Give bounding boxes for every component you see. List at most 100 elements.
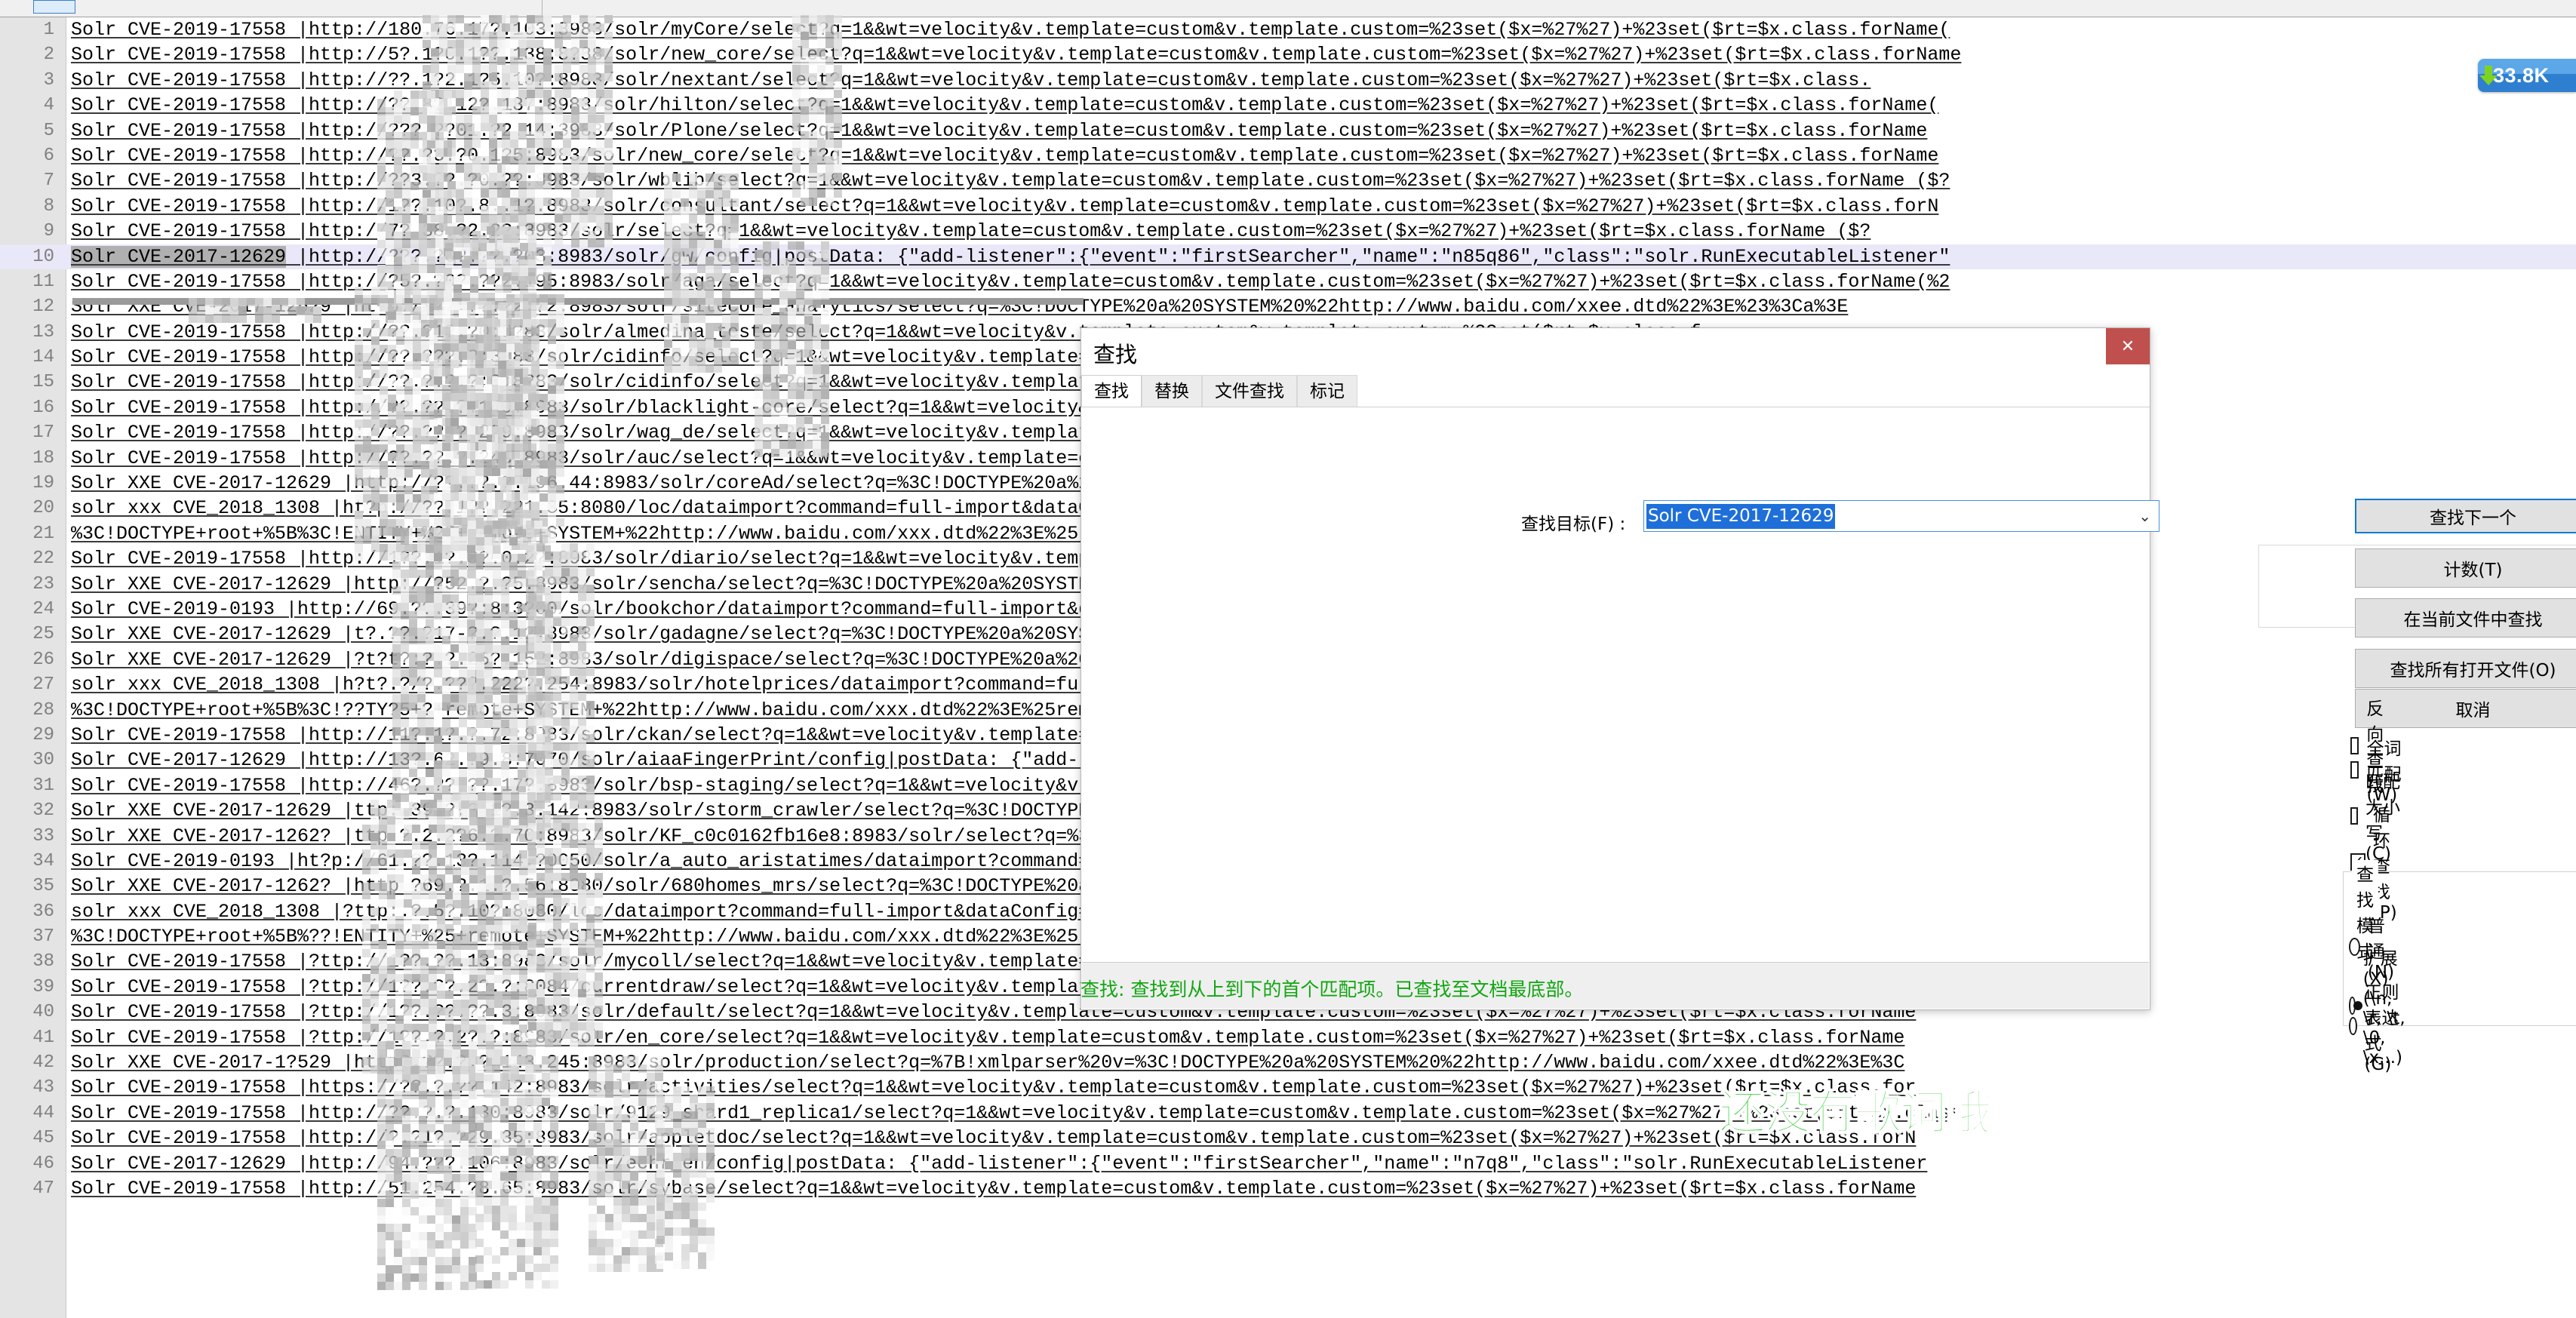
line-number: 27 [32,674,54,696]
download-speed-widget[interactable]: 33.8K [2478,59,2576,92]
line-text: Solr CVE-2019-17558 |http://?.?1?.?29.35… [71,1127,1917,1150]
line-number: 23 [32,573,54,594]
line-number: 17 [32,422,54,444]
editor-line[interactable]: 45 Solr CVE-2019-17558 |http://?.?1?.?29.… [0,1126,2576,1151]
dialog-status-bar: 查找: 查找到从上到下的首个匹配项。已查找至文档最底部。 [1081,962,2149,1009]
line-number: 12 [32,296,54,318]
editor-line[interactable]: 3 Solr CVE-2019-17558 |http://??.1?2.1?5.… [0,68,2576,93]
line-number: 13 [32,321,54,343]
dialog-status-text: 查找: 查找到从上到下的首个匹配项。已查找至文档最底部。 [1081,979,1584,1000]
line-number: 37 [32,926,54,948]
line-number: 36 [32,901,54,922]
line-text: Solr CVE-2019-17558 |?ttp://1??.?.2?.?:8… [71,1026,1905,1049]
count-button[interactable]: 计数(T) [2355,548,2576,588]
line-text: Solr CVE-2019-17558 |http://7?.38.?2.2?:… [71,220,1871,243]
line-number: 39 [32,976,54,997]
editor-line[interactable]: 1 Solr CVE-2019-17558 |http://180.76.17?.… [0,17,2576,42]
search-match-highlight: Solr CVE-2017-12629 [71,245,287,268]
line-text: %3C!DOCTYPE+root+%5B%3C!??TY?5+?+remote+… [71,699,1226,721]
line-text: %3C!DOCTYPE+root+%5B%3C!ENTITY+%25+remot… [71,522,1249,545]
lyric-overlay-text: 还没有歌词哦 [1718,1084,1993,1141]
editor-line[interactable]: 42 Solr XXE CVE-2017-1?529 |http?.??.?.?-… [0,1050,2576,1075]
tab-mark[interactable]: 标记 [1297,375,1357,407]
line-number: 28 [32,699,54,720]
line-text: Solr CVE-2019-17558 |https://??.?.??.142… [71,1077,1917,1099]
find-target-label: 查找目标(F) : [1521,515,1626,534]
line-text: Solr CVE-2019-17558 |http://???.??01.?2.… [71,119,1928,142]
resize-grip[interactable] [2128,956,2144,972]
dialog-tabs[interactable]: 查找 替换 文件查找 标记 [1081,375,2150,407]
editor-line[interactable]: 47 Solr CVE-2019-17558 |http://51.254.?8.… [0,1176,2576,1201]
find-next-button[interactable]: 查找下一个 [2355,499,2576,533]
download-speed-value: 33.8K [2493,63,2550,87]
line-number: 25 [32,624,54,645]
line-text: Solr CVE-2019-17558 |http://?5?.?0?.??2.… [71,270,1950,293]
line-number: 6 [43,145,54,166]
line-number: 10 [32,246,54,267]
line-number: 15 [32,372,54,393]
line-number: 46 [32,1153,54,1174]
line-number: 8 [43,195,54,217]
editor-line[interactable]: 11 Solr CVE-2019-17558 |http://?5?.?0?.??… [0,269,2576,294]
line-number: 29 [32,724,54,745]
editor-line[interactable]: 41 Solr CVE-2019-17558 |?ttp://1??.?.2?.?… [0,1025,2576,1050]
line-number: 22 [32,548,54,570]
line-number: 47 [32,1178,54,1199]
editor-line[interactable]: 4 Solr CVE-2019-17558 |http://??.8?.12?.1… [0,93,2576,118]
editor-line[interactable]: 44 Solr CVE-2019-17558 |http://??.?.?.130… [0,1101,2576,1126]
toolbar-separator [542,0,543,15]
line-number: 21 [32,523,54,544]
editor-line[interactable]: 9 Solr CVE-2019-17558 |http://7?.38.?2.2?… [0,219,2576,244]
find-all-open-files-button[interactable]: 查找所有打开文件(O) [2355,649,2576,688]
line-number: 42 [32,1052,54,1074]
line-text: Solr XXE CVE-2017-1?529 |http?.??.?.?-14… [71,1052,1905,1074]
find-in-current-file-button[interactable]: 在当前文件中查找 [2355,598,2576,637]
line-number: 4 [43,95,54,116]
close-icon[interactable]: ✕ [2106,328,2150,364]
toolbar [0,0,2576,17]
line-number: 9 [43,221,54,242]
line-number: 5 [43,120,54,141]
editor-line[interactable]: 6 Solr CVE-2019-17558 |http://??.?3.?0.1?… [0,143,2576,168]
radio-mode-regex[interactable]: 正则表达式(G) [2349,978,2402,1074]
line-number: 43 [32,1077,54,1098]
horizontal-scrollbar-thumb[interactable] [72,298,1084,305]
line-number: 26 [32,649,54,670]
line-number: 1 [43,20,54,40]
tab-find[interactable]: 查找 [1081,375,1142,407]
line-number: 11 [32,271,54,292]
editor-line[interactable]: 10 Solr CVE-2017-12629 |http://2??.?0?.??… [0,244,2576,269]
editor-line[interactable]: 8 Solr CVE-2019-17558 |http://1??.10?.8..… [0,194,2576,219]
line-number: 2 [43,45,54,66]
line-number: 20 [32,498,54,519]
editor-line[interactable]: 2 Solr CVE-2019-17558 |http://5?.1?0.1??.… [0,42,2576,67]
toolbar-button[interactable] [33,0,75,14]
line-number: 16 [32,397,54,418]
line-text: Solr CVE-2019-17558 |http://??.?3.?0.1?5… [71,144,1939,167]
line-number: 38 [32,951,54,972]
find-input[interactable]: Solr CVE-2017-12629 ⌄ [1643,500,2159,532]
tab-find-in-files[interactable]: 文件查找 [1202,375,1297,407]
editor-line[interactable]: 43 Solr CVE-2019-17558 |https://??.?.??.1… [0,1075,2576,1100]
line-number: 32 [32,800,54,822]
editor-line[interactable]: 5 Solr CVE-2019-17558 |http://???.??01.?2… [0,118,2576,143]
line-number: 30 [32,750,54,771]
chevron-down-icon[interactable]: ⌄ [2138,507,2151,525]
line-number: 14 [32,347,54,368]
tab-replace[interactable]: 替换 [1142,375,1202,407]
line-number: 19 [32,473,54,494]
find-dialog[interactable]: 查找 ✕ 查找 替换 文件查找 标记 查找目标(F) : Solr CVE-20… [1081,327,2576,1074]
editor-line[interactable]: 7 Solr CVE-2019-17558 |http://??3.??.?0.?… [0,168,2576,193]
line-number: 31 [32,775,54,796]
radio-mode-regex-label: 正则表达式(G) [2364,983,2399,1074]
editor-line[interactable]: 46 Solr CVE-2017-12629 |http://94.???.106… [0,1151,2576,1176]
line-text: Solr CVE-2019-17558 |http://??.?.?.130:8… [71,1101,1962,1124]
line-text: %3C!DOCTYPE+root+%5B%??!ENTITY+%25+remot… [71,926,1249,948]
line-text: Solr CVE-2019-17558 |http://180.76.17?.1… [71,19,1950,41]
line-text: Solr CVE-2019-17558 |http://1??.10?.8..1… [71,195,1939,217]
line-number: 7 [43,171,54,192]
line-number: 33 [32,825,54,846]
line-number: 24 [32,598,54,619]
line-text: Solr CVE-2017-12629 |http://2??.?0?.??.?… [71,244,1950,269]
line-number: 41 [32,1027,54,1048]
